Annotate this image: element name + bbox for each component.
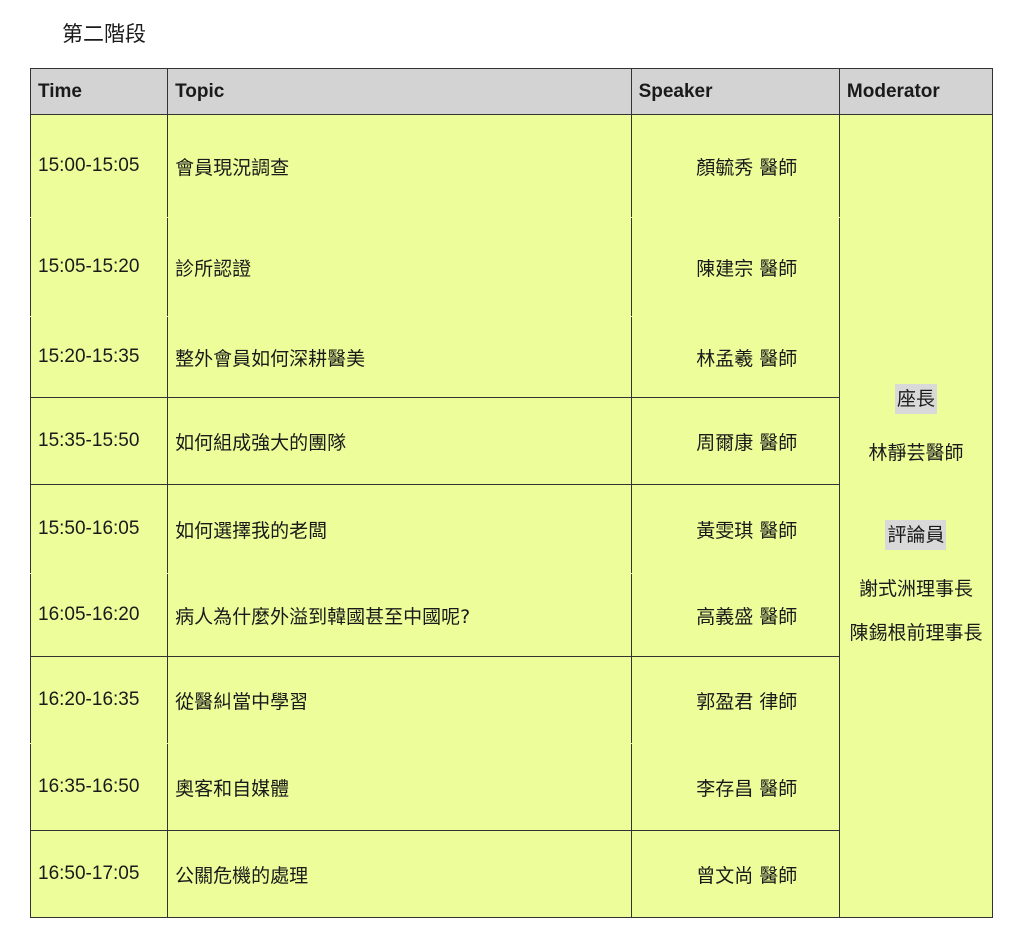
- speaker-cell: 高義盛 醫師: [630, 573, 840, 657]
- topic-cell: 奧客和自媒體: [167, 743, 632, 831]
- topic-cell: 從醫糾當中學習: [167, 656, 632, 744]
- topic-cell: 公關危機的處理: [167, 830, 632, 918]
- header-row: Time Topic Speaker Moderator: [29, 68, 994, 115]
- time-cell: 16:35-16:50: [29, 743, 169, 831]
- reviewer-name-2: 陳錫根前理事長: [849, 622, 983, 644]
- time-cell: 15:05-15:20: [29, 217, 169, 317]
- moderator-cell: 座長 林靜芸醫師 評論員 謝式洲理事長 陳錫根前理事長: [838, 114, 994, 918]
- section-title: 第二階段: [62, 22, 146, 46]
- time-cell: 15:35-15:50: [29, 397, 169, 485]
- topic-cell: 整外會員如何深耕醫美: [167, 316, 632, 398]
- speaker-cell: 顏毓秀 醫師: [630, 114, 840, 218]
- speaker-cell: 林孟羲 醫師: [630, 316, 840, 398]
- speaker-cell: 李存昌 醫師: [630, 743, 840, 831]
- speaker-cell: 黃雯琪 醫師: [630, 484, 840, 574]
- topic-cell: 如何組成強大的團隊: [167, 397, 632, 485]
- header-moderator: Moderator: [838, 68, 994, 115]
- schedule-table: Time Topic Speaker Moderator 15:00-15:05…: [29, 68, 994, 918]
- table-row: 15:00-15:05 會員現況調查 顏毓秀 醫師 座長 林靜芸醫師 評論員 謝…: [29, 114, 994, 918]
- topic-cell: 診所認證: [167, 217, 632, 317]
- time-cell: 15:50-16:05: [29, 484, 169, 574]
- topic-cell: 如何選擇我的老闆: [167, 484, 632, 574]
- header-speaker: Speaker: [630, 68, 840, 115]
- time-cell: 15:20-15:35: [29, 316, 169, 398]
- time-cell: 15:00-15:05: [29, 114, 169, 218]
- speaker-cell: 郭盈君 律師: [630, 656, 840, 744]
- chair-label: 座長: [894, 384, 937, 414]
- time-cell: 16:20-16:35: [29, 656, 169, 744]
- speaker-cell: 陳建宗 醫師: [630, 217, 840, 317]
- reviewer-label: 評論員: [885, 520, 947, 550]
- time-cell: 16:50-17:05: [29, 830, 169, 918]
- topic-cell: 病人為什麼外溢到韓國甚至中國呢?: [167, 573, 632, 657]
- topic-cell: 會員現況調查: [167, 114, 632, 218]
- header-topic: Topic: [167, 68, 632, 115]
- header-time: Time: [29, 68, 169, 115]
- chair-name: 林靜芸醫師: [868, 442, 964, 464]
- reviewer-name-1: 謝式洲理事長: [858, 578, 973, 600]
- time-cell: 16:05-16:20: [29, 573, 169, 657]
- speaker-cell: 周爾康 醫師: [630, 397, 840, 485]
- speaker-cell: 曾文尚 醫師: [630, 830, 840, 918]
